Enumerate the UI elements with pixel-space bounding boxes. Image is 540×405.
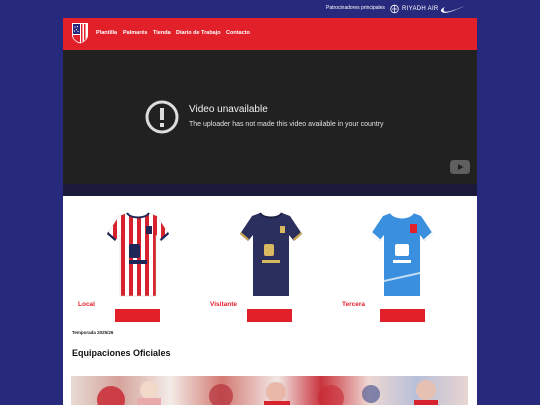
kit-third-button[interactable]: [380, 309, 425, 322]
kit-home-button[interactable]: [115, 309, 160, 322]
youtube-logo-icon[interactable]: [450, 160, 470, 174]
season-label: Temporada 2025/26: [72, 330, 114, 335]
nav-item-palmares[interactable]: Palmarés: [123, 30, 147, 36]
riyadh-air-text: RIYADH AIR: [402, 6, 439, 12]
nav-item-diario-de-trabajo[interactable]: Diario de Trabajo: [176, 30, 221, 36]
players-banner-art: [97, 380, 438, 405]
kit-label-away: Visitante: [210, 301, 237, 308]
riyadh-air-emblem-icon: [390, 4, 399, 14]
sponsors-label: Patrocinadores principales: [326, 5, 385, 11]
nav-item-tienda[interactable]: Tienda: [153, 30, 171, 36]
video-player[interactable]: Video unavailable The uploader has not m…: [63, 50, 477, 184]
home-shirt-image[interactable]: [105, 210, 171, 300]
nav-item-contacto[interactable]: Contacto: [226, 30, 250, 36]
video-bottom-strip: [63, 184, 477, 196]
kit-away-button[interactable]: [247, 309, 292, 322]
third-shirt-image[interactable]: [369, 210, 435, 300]
away-shirt-image[interactable]: [238, 210, 304, 300]
sponsor-bar: Patrocinadores principales RIYADH AIR: [0, 0, 540, 18]
section-title: Equipaciones Oficiales: [72, 348, 171, 358]
video-unavailable-title: Video unavailable: [189, 104, 268, 115]
nike-swoosh-icon[interactable]: [440, 3, 466, 15]
atletico-crest-icon[interactable]: [71, 22, 89, 44]
video-unavailable-message: The uploader has not made this video ava…: [189, 121, 384, 128]
kit-label-third: Tercera: [342, 301, 366, 308]
main-navbar: Plantilla Palmarés Tienda Diario de Trab…: [63, 18, 477, 50]
kits-section: Local Visitante Tercera Temporada 2025/2…: [63, 196, 477, 405]
players-banner-image: [71, 376, 468, 405]
nav-item-plantilla[interactable]: Plantilla: [96, 30, 117, 36]
alert-icon: [145, 100, 179, 134]
kit-label-home: Local: [78, 301, 95, 308]
riyadh-air-logo[interactable]: RIYADH AIR: [390, 4, 439, 14]
